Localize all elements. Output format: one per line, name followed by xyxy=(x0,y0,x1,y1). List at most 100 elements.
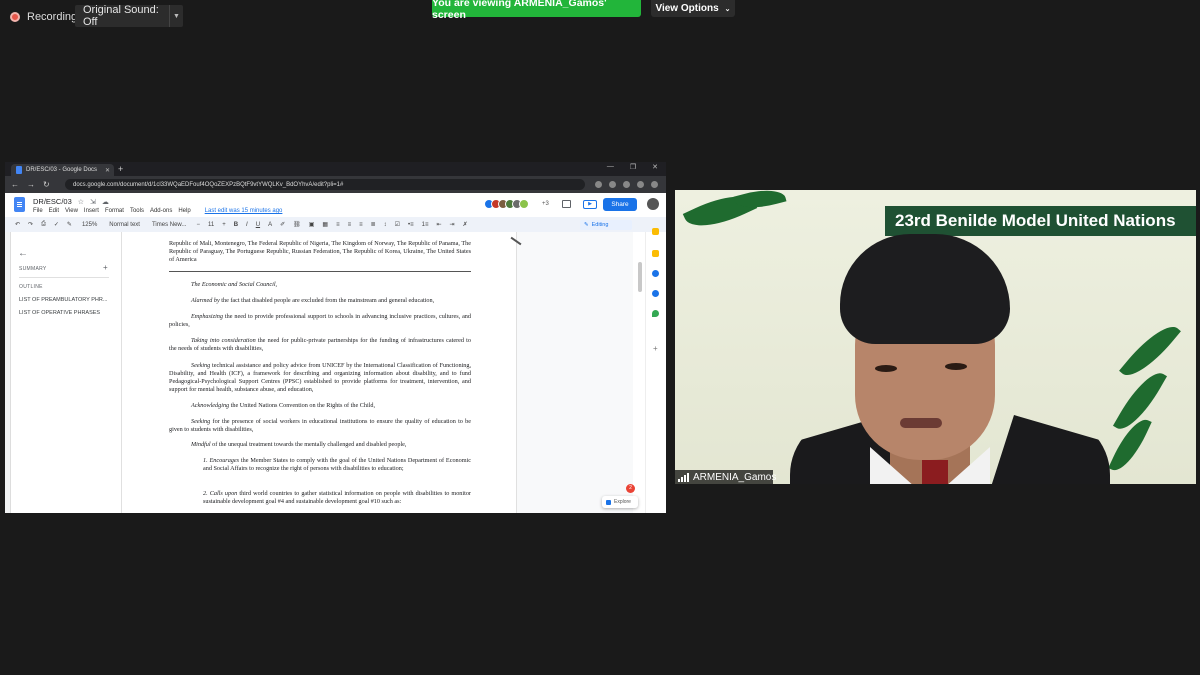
redo-icon[interactable]: ↷ xyxy=(28,221,33,228)
move-icon[interactable]: ⇲ xyxy=(90,198,96,206)
original-sound-button[interactable]: Original Sound: Off ▼ xyxy=(75,4,183,28)
back-arrow-icon[interactable]: ← xyxy=(18,248,28,259)
italic-button[interactable]: I xyxy=(246,222,248,228)
close-icon[interactable]: ✕ xyxy=(105,167,110,174)
maps-icon[interactable] xyxy=(652,310,659,317)
collaborator-count[interactable]: +3 xyxy=(542,201,549,207)
meet-icon[interactable]: ▶ xyxy=(583,200,597,209)
preamble-paragraph: Seeking technical assistance and policy … xyxy=(169,362,471,394)
url-text: docs.google.com/document/d/1cl33WQaEDFou… xyxy=(73,181,344,188)
align-justify-icon[interactable]: ≣ xyxy=(371,221,376,228)
browser-tab[interactable]: DR/ESC/03 - Google Docs ✕ xyxy=(11,164,114,176)
maximize-icon[interactable]: ❐ xyxy=(630,163,636,171)
scrollbar[interactable] xyxy=(638,262,642,292)
menu-view[interactable]: View xyxy=(65,208,78,214)
original-sound-label: Original Sound: Off xyxy=(83,4,159,28)
bullet-list-icon[interactable]: •≡ xyxy=(408,222,414,228)
contacts-icon[interactable] xyxy=(652,290,659,297)
checklist-icon[interactable]: ☑ xyxy=(395,221,400,228)
clear-format-icon[interactable]: ✗ xyxy=(463,221,468,228)
close-icon[interactable]: ✕ xyxy=(652,163,658,171)
star-icon[interactable]: ☆ xyxy=(78,198,84,206)
editing-mode-select[interactable]: ✎ Editing xyxy=(580,220,632,230)
text-color-button[interactable]: A xyxy=(268,222,272,228)
minimize-icon[interactable]: — xyxy=(607,163,614,171)
menu-insert[interactable]: Insert xyxy=(84,208,99,214)
font-select[interactable]: Times New... xyxy=(150,221,188,229)
reload-icon[interactable]: ↻ xyxy=(43,180,50,189)
chevron-down-icon[interactable]: ▼ xyxy=(169,5,183,27)
link-icon[interactable]: ⛓ xyxy=(293,221,301,228)
last-edit-link[interactable]: Last edit was 15 minutes ago xyxy=(205,208,283,214)
operative-text: third world countries to gather statisti… xyxy=(203,490,471,505)
numbered-list-icon[interactable]: 1≡ xyxy=(422,222,429,228)
outline-item[interactable]: LIST OF OPERATIVE PHRASES xyxy=(19,310,100,316)
comment-history-icon[interactable] xyxy=(562,200,571,208)
add-summary-icon[interactable]: + xyxy=(103,263,108,272)
print-icon[interactable]: ⎙ xyxy=(41,221,46,228)
spellcheck-icon[interactable]: ✓ xyxy=(54,221,59,228)
view-options-button[interactable]: View Options ⌄ xyxy=(651,0,735,17)
align-right-icon[interactable]: ≡ xyxy=(359,222,363,228)
preamble-lead: Emphasizing xyxy=(191,313,223,320)
operative-clause: 1. Encourages the Member States to compl… xyxy=(203,457,471,473)
outdent-icon[interactable]: ⇥ xyxy=(450,221,455,228)
increase-size-icon[interactable]: + xyxy=(222,222,226,228)
new-tab-icon[interactable]: + xyxy=(118,164,123,174)
extension-icon[interactable] xyxy=(623,181,630,188)
forward-icon[interactable]: → xyxy=(27,180,35,189)
menu-help[interactable]: Help xyxy=(178,208,190,214)
extension-icon[interactable] xyxy=(651,181,658,188)
participant-video[interactable]: 23rd Benilde Model United Nations xyxy=(675,190,1196,484)
decrease-size-icon[interactable]: − xyxy=(196,222,200,228)
menu-edit[interactable]: Edit xyxy=(49,208,59,214)
comment-icon[interactable]: ▣ xyxy=(309,221,315,228)
share-button[interactable]: Share xyxy=(603,198,637,211)
outline-item[interactable]: LIST OF PREAMBULATORY PHR... xyxy=(19,297,107,303)
align-left-icon[interactable]: ≡ xyxy=(336,222,340,228)
docs-logo-icon[interactable] xyxy=(14,197,25,212)
tasks-icon[interactable] xyxy=(652,270,659,277)
recording-indicator[interactable]: Recording xyxy=(10,9,77,25)
url-input[interactable]: docs.google.com/document/d/1cl33WQaEDFou… xyxy=(65,179,585,190)
keep-icon[interactable] xyxy=(652,250,659,257)
collaborator-avatars xyxy=(484,199,529,209)
line-spacing-icon[interactable]: ↕ xyxy=(384,222,387,228)
extension-icon[interactable] xyxy=(609,181,616,188)
add-addon-icon[interactable]: + xyxy=(653,344,658,353)
paint-format-icon[interactable]: ✎ xyxy=(67,221,72,228)
preamble-paragraph: Emphasizing the need to provide professi… xyxy=(169,313,471,329)
extensions xyxy=(595,181,658,188)
menu-format[interactable]: Format xyxy=(105,208,124,214)
bold-button[interactable]: B xyxy=(234,222,238,228)
preamble-text: for the presence of social workers in ed… xyxy=(169,418,471,433)
avatar[interactable] xyxy=(647,198,659,210)
back-icon[interactable]: ← xyxy=(11,180,19,189)
docs-favicon-icon xyxy=(16,166,22,174)
indent-icon[interactable]: ⇤ xyxy=(437,221,442,228)
font-size-input[interactable]: 11 xyxy=(208,222,214,228)
editing-label: Editing xyxy=(591,222,609,228)
outline-heading: OUTLINE xyxy=(19,284,43,290)
underline-button[interactable]: U xyxy=(256,222,260,228)
extension-icon[interactable] xyxy=(637,181,644,188)
calendar-icon[interactable] xyxy=(652,228,659,235)
zoom-select[interactable]: 125% xyxy=(80,221,99,229)
council-text: The Economic and Social Council, xyxy=(191,281,278,288)
notification-badge: 2 xyxy=(626,484,635,493)
menu-file[interactable]: File xyxy=(33,208,43,214)
share-label: Share xyxy=(611,201,629,208)
extension-icon[interactable] xyxy=(595,181,602,188)
menu-addons[interactable]: Add-ons xyxy=(150,208,172,214)
explore-button[interactable]: Explore xyxy=(602,496,638,508)
cloud-icon: ☁ xyxy=(101,198,109,206)
image-icon[interactable]: ▦ xyxy=(322,221,328,228)
undo-icon[interactable]: ↶ xyxy=(15,221,20,228)
style-select[interactable]: Normal text xyxy=(107,221,142,229)
align-center-icon[interactable]: ≡ xyxy=(348,222,352,228)
window-controls: — ❐ ✕ xyxy=(607,163,658,171)
menu-tools[interactable]: Tools xyxy=(130,208,144,214)
highlight-icon[interactable]: ✐ xyxy=(280,221,285,228)
doc-title[interactable]: DR/ESC/03 xyxy=(33,197,72,206)
avatar[interactable] xyxy=(519,199,529,209)
